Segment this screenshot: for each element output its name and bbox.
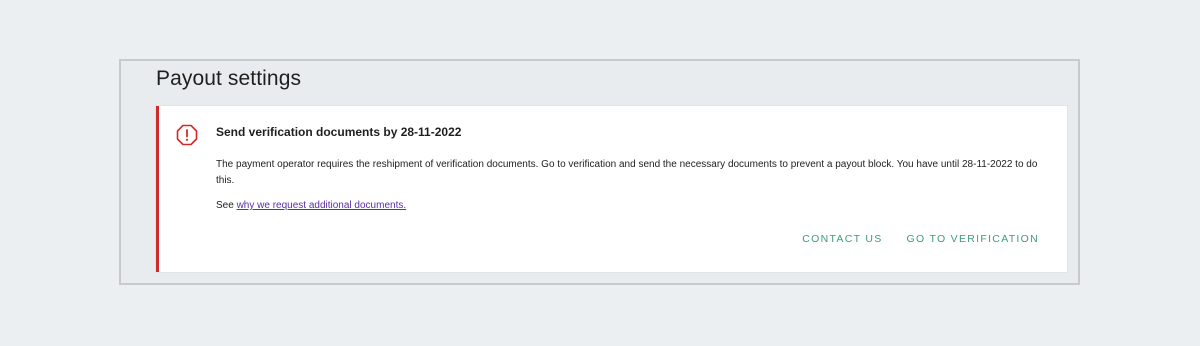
verification-alert: Send verification documents by 28-11-202…	[156, 106, 1067, 272]
why-documents-link[interactable]: why we request additional documents.	[237, 200, 407, 211]
octagon-exclamation-icon	[176, 124, 198, 146]
alert-actions: CONTACT US GO TO VERIFICATION	[802, 233, 1039, 245]
payout-settings-panel: Payout settings Send verification docume…	[119, 59, 1080, 285]
alert-see-line: See why we request additional documents.	[216, 200, 406, 211]
contact-us-button[interactable]: CONTACT US	[802, 233, 882, 245]
page-title: Payout settings	[156, 67, 302, 90]
alert-title: Send verification documents by 28-11-202…	[216, 125, 462, 139]
go-to-verification-button[interactable]: GO TO VERIFICATION	[907, 233, 1040, 245]
see-prefix: See	[216, 200, 237, 211]
alert-message: The payment operator requires the reship…	[216, 159, 1038, 186]
